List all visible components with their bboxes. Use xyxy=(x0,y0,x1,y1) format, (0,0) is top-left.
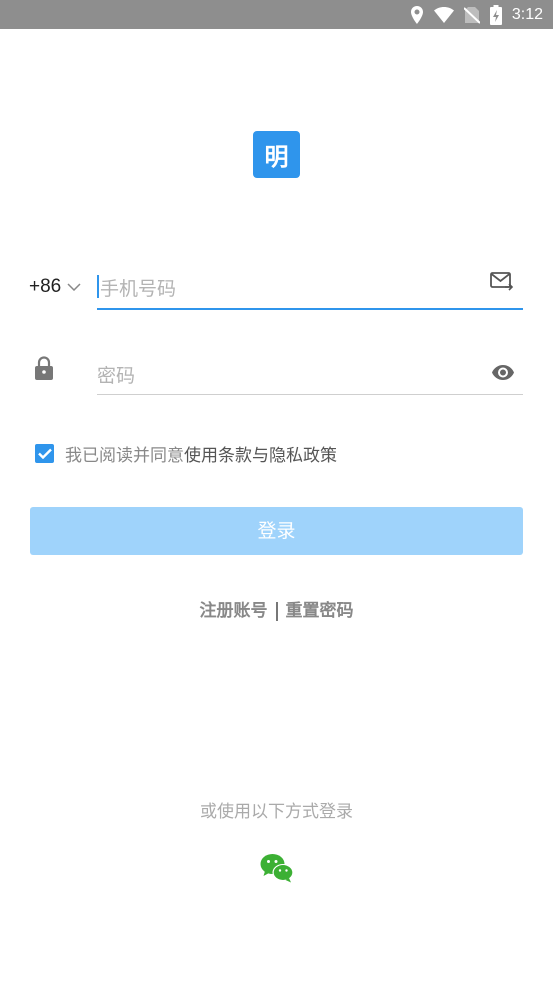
alternate-login-label: 或使用以下方式登录 xyxy=(200,802,353,822)
terms-privacy-link[interactable]: 使用条款与隐私政策 xyxy=(184,446,337,466)
wifi-icon xyxy=(433,7,454,23)
text-cursor xyxy=(97,275,99,298)
chevron-down-icon xyxy=(67,283,81,291)
wechat-icon[interactable] xyxy=(260,853,294,883)
country-code-selector[interactable]: +86 xyxy=(29,275,81,299)
agree-checkbox[interactable] xyxy=(35,443,54,463)
phone-number-input[interactable]: 手机号码 xyxy=(97,262,523,310)
agreement-text: 我已阅读并同意使用条款与隐私政策 xyxy=(65,441,337,466)
eye-icon[interactable] xyxy=(492,365,514,380)
battery-charging-icon xyxy=(489,5,502,25)
reset-password-link[interactable]: 重置密码 xyxy=(286,601,354,621)
lock-icon xyxy=(35,356,53,380)
no-sim-icon xyxy=(463,7,480,24)
agreement-prefix: 我已阅读并同意 xyxy=(65,445,184,466)
login-button[interactable]: 登录 xyxy=(30,507,523,555)
app-logo: 明 xyxy=(253,131,300,178)
country-code-label: +86 xyxy=(29,276,62,297)
password-input[interactable]: 密码 xyxy=(97,348,523,395)
register-link[interactable]: 注册账号 xyxy=(200,601,268,621)
status-bar: 3:12 xyxy=(0,0,553,29)
link-divider xyxy=(275,601,278,621)
account-links: 注册账号 重置密码 xyxy=(0,596,553,621)
checkmark-icon xyxy=(37,448,52,459)
status-icons: 3:12 xyxy=(410,4,543,26)
location-icon xyxy=(410,6,423,24)
status-time: 3:12 xyxy=(511,6,543,23)
sms-code-icon[interactable] xyxy=(490,272,514,294)
password-placeholder: 密码 xyxy=(97,365,136,387)
phone-number-placeholder: 手机号码 xyxy=(100,278,177,300)
terms-agreement: 我已阅读并同意使用条款与隐私政策 xyxy=(35,441,337,466)
